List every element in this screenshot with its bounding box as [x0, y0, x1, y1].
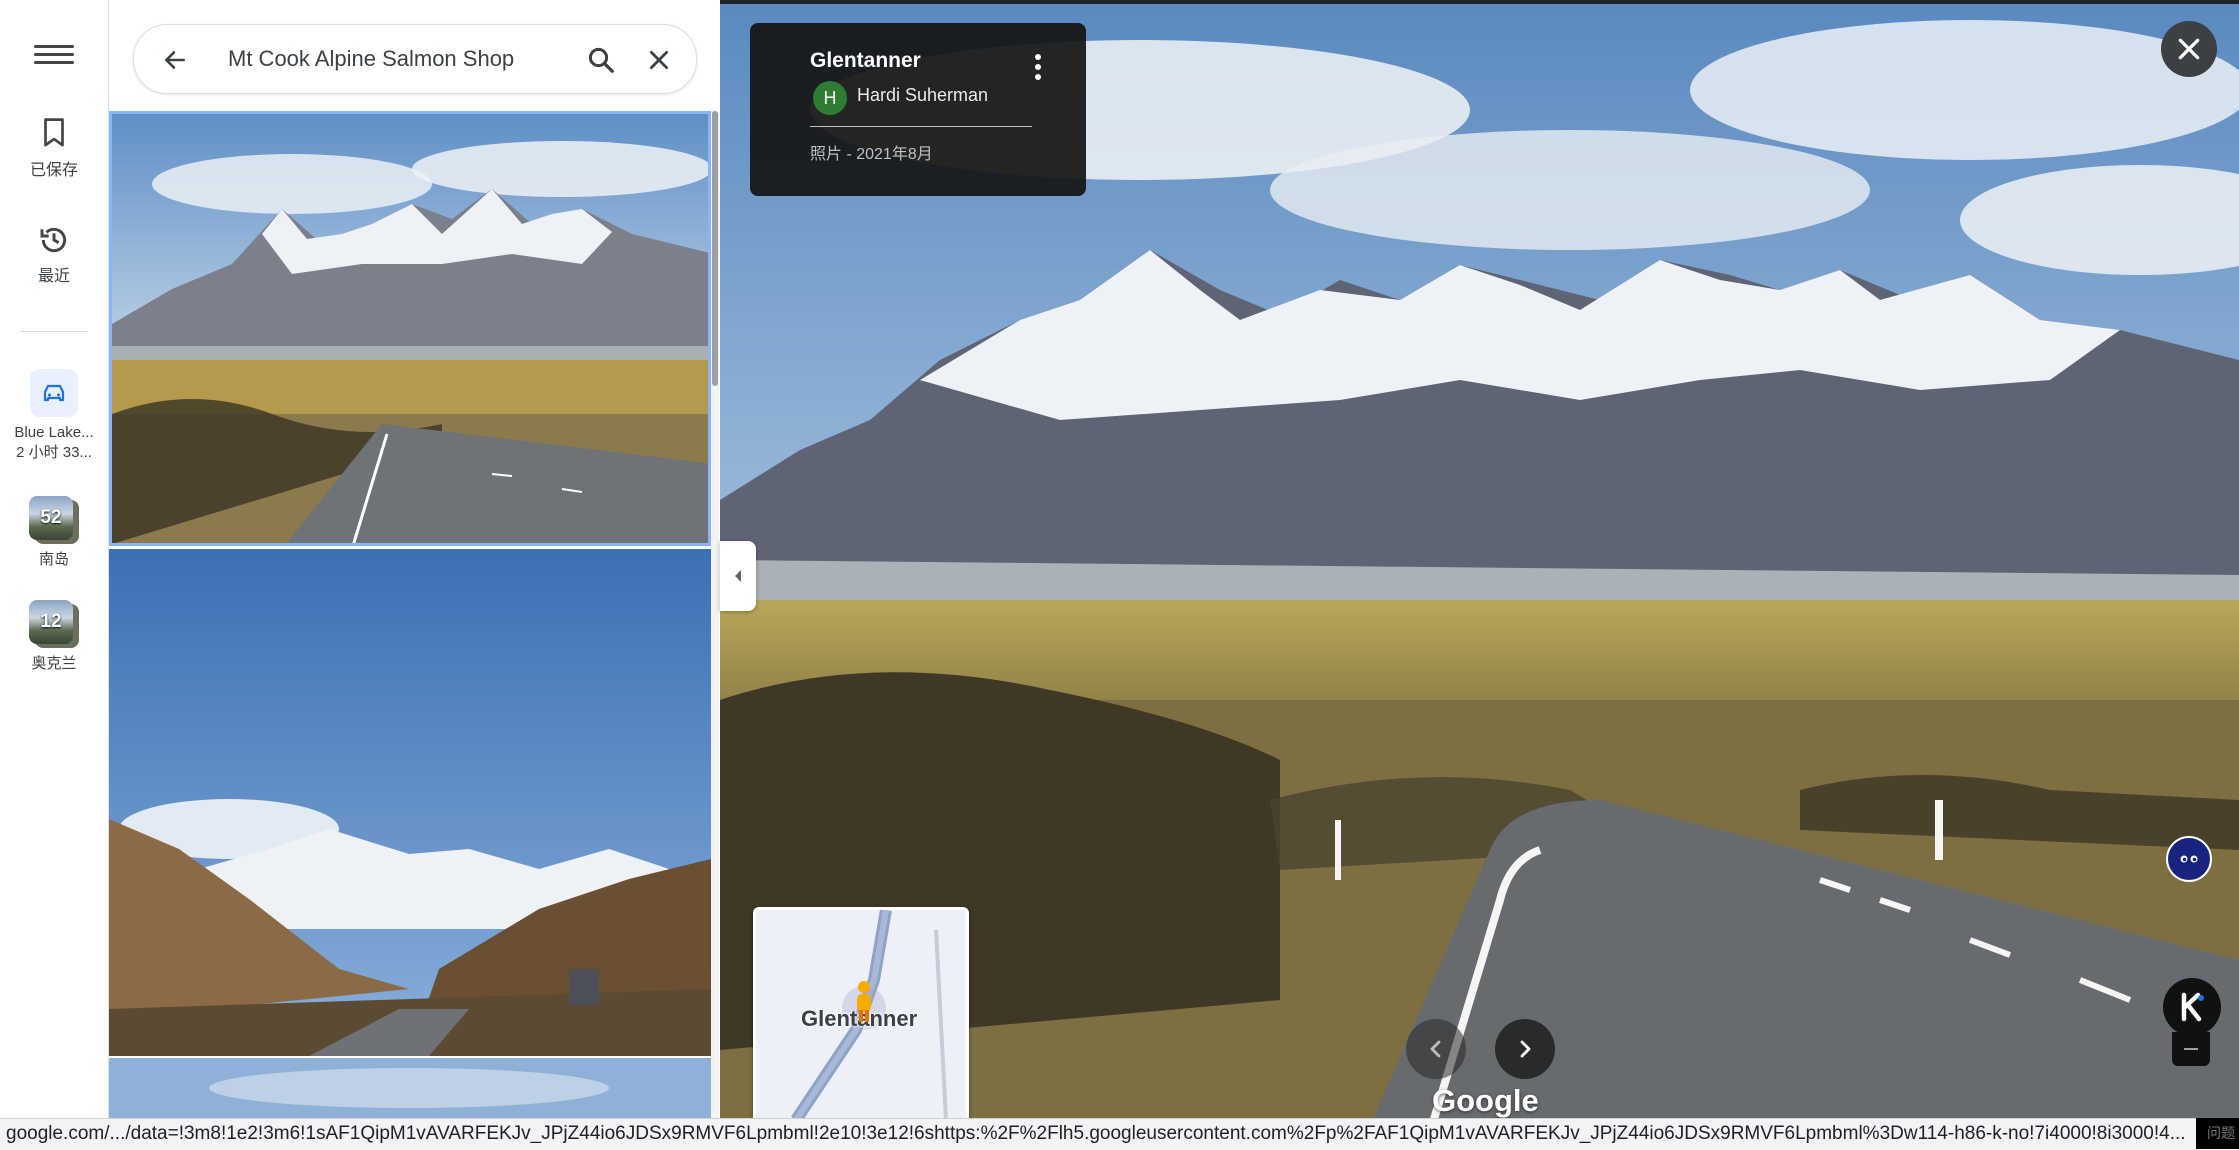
menu-icon[interactable]	[34, 40, 74, 76]
extension-face-icon[interactable]	[2166, 836, 2212, 882]
status-bar-url: google.com/.../data=!3m8!1e2!3m6!1sAF1Qi…	[0, 1118, 2196, 1150]
close-icon[interactable]	[646, 47, 672, 73]
chevron-left-icon	[1430, 1040, 1441, 1058]
card-divider	[810, 126, 1032, 127]
search-box[interactable]: Mt Cook Alpine Salmon Shop	[133, 24, 697, 94]
rail-item-recent[interactable]: 最近	[0, 224, 108, 286]
trip-thumbnail: 52	[29, 496, 79, 544]
avatar[interactable]: H	[813, 81, 847, 115]
previous-photo-button[interactable]	[1406, 1019, 1466, 1079]
trip-photo-count: 12	[29, 600, 73, 644]
collapse-panel-button[interactable]	[720, 541, 756, 611]
photo-author[interactable]: Hardi Suherman	[857, 85, 988, 106]
rail-trip-south-island[interactable]: 52 南岛	[0, 496, 108, 570]
search-input[interactable]: Mt Cook Alpine Salmon Shop	[228, 25, 514, 93]
chevron-left-icon	[735, 570, 741, 582]
trip-thumbnail: 12	[29, 600, 79, 648]
next-photo-button[interactable]	[1495, 1019, 1555, 1079]
trip-label-line2: 2 小时 33...	[16, 444, 92, 461]
close-viewer-button[interactable]	[2161, 21, 2217, 77]
photo-thumbnail[interactable]	[109, 549, 711, 1056]
trip-label-line1: Blue Lake...	[14, 424, 94, 441]
status-bar-corner: 问题	[2196, 1118, 2239, 1149]
viewer-top-border	[720, 0, 2239, 4]
rail-item-recent-label: 最近	[37, 268, 70, 285]
k-extension-icon[interactable]	[2163, 978, 2221, 1036]
rail-trip-auckland[interactable]: 12 奥克兰	[0, 600, 108, 674]
left-rail: 已保存 最近 Blue Lake... 2 小时 33... 52 南岛 12 …	[0, 0, 109, 1149]
bookmark-icon	[44, 118, 64, 147]
google-logo: Google	[1432, 1083, 1539, 1118]
photo-panel: Mt Cook Alpine Salmon Shop	[109, 0, 720, 1149]
rail-item-saved-label: 已保存	[29, 162, 78, 179]
rail-trip-blue-lake[interactable]: Blue Lake... 2 小时 33...	[0, 369, 108, 463]
more-vert-icon[interactable]	[1028, 51, 1048, 85]
pegman-icon[interactable]	[852, 980, 876, 1024]
car-icon	[30, 369, 78, 417]
photo-thumbnail-selected[interactable]	[109, 111, 711, 546]
zoom-out-button[interactable]	[2172, 1032, 2210, 1066]
close-icon	[2178, 38, 2200, 60]
rail-divider	[20, 331, 88, 332]
trip-photo-count: 52	[29, 496, 73, 540]
back-arrow-icon[interactable]	[162, 47, 188, 73]
history-icon	[40, 227, 67, 253]
search-icon[interactable]	[586, 45, 616, 75]
chevron-right-icon	[1520, 1040, 1531, 1058]
trip-label: 南岛	[38, 551, 69, 568]
trip-label: 奥克兰	[31, 655, 77, 672]
panel-scrollbar[interactable]	[711, 111, 719, 1149]
minimap[interactable]: Glentanner	[753, 907, 969, 1123]
place-title[interactable]: Glentanner	[810, 49, 921, 73]
photo-info-card: Glentanner H Hardi Suherman 照片 - 2021年8月	[750, 23, 1086, 196]
photo-date: 照片 - 2021年8月	[810, 146, 933, 163]
rail-item-saved[interactable]: 已保存	[0, 116, 108, 180]
